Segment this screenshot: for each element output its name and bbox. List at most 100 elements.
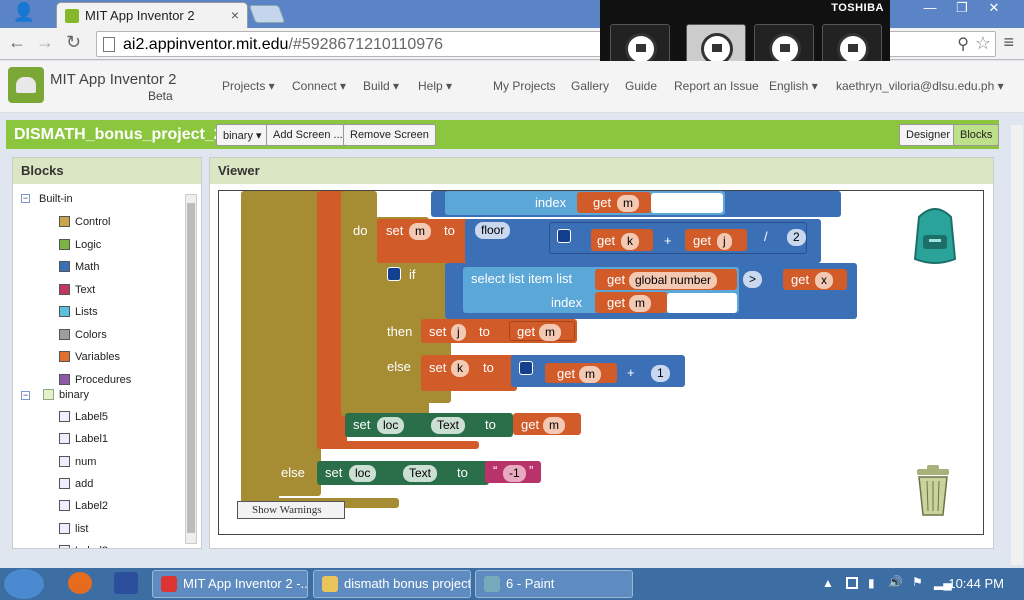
divide-block[interactable] [549,222,807,254]
var-field[interactable]: m [409,223,431,240]
taskbar-item-folder[interactable]: dismath bonus project [313,570,471,598]
var-field[interactable]: m [579,366,601,383]
restore-icon[interactable]: ❐ [946,0,978,16]
compare-operator-dropdown[interactable]: > [743,271,763,288]
builtin-item-label: Procedures [75,373,132,386]
mutator-gear-icon[interactable] [557,229,571,243]
text-field[interactable]: -1 [503,465,526,482]
var-field[interactable]: x [815,272,833,289]
nav-guide[interactable]: Guide [625,79,657,93]
collapse-icon[interactable]: − [21,194,30,203]
volume-icon[interactable]: 🔊 [888,575,903,589]
var-field[interactable]: m [539,324,561,341]
blocks-workspace[interactable]: index get m do set m to floor get k + ge… [218,190,984,535]
number-field[interactable]: 1 [651,365,670,382]
project-name: DISMATH_bonus_project_2 [14,126,223,143]
zoom-icon[interactable]: ⚲ [957,34,969,54]
blocks-button[interactable]: Blocks [953,124,1000,146]
new-tab-button[interactable] [248,5,286,23]
component-icon [59,433,70,445]
trash-icon[interactable] [913,463,953,517]
set-label: set [429,360,447,375]
var-field[interactable]: global number [629,272,718,289]
component-field[interactable]: loc [349,465,377,482]
visio-icon[interactable] [114,572,138,594]
nav-connect[interactable]: Connect ▾ [292,79,346,93]
page-scrollbar[interactable] [1011,125,1023,565]
builtin-label[interactable]: Built-in [39,193,73,205]
nav-report-issue[interactable]: Report an Issue [674,79,759,93]
blocks-panel-scrollbar[interactable] [185,194,197,544]
taskbar-item-paint[interactable]: 6 - Paint [475,570,633,598]
action-center-icon[interactable]: ⚑ [912,575,923,589]
remove-screen-button[interactable]: Remove Screen [343,124,436,146]
mutator-gear-icon[interactable] [519,361,533,375]
var-field[interactable]: k [451,360,469,377]
mutator-gear-icon[interactable] [387,267,401,281]
set-label: set [325,465,343,480]
nav-language[interactable]: English ▾ [769,79,818,93]
var-field[interactable]: m [629,295,651,312]
chrome-icon [161,576,177,592]
project-toolbar: DISMATH_bonus_project_2 binary ▾ Add Scr… [6,120,1000,149]
flag-icon[interactable] [846,577,858,589]
start-button-icon[interactable] [4,569,44,599]
show-hidden-icons-icon[interactable]: ▲ [822,576,834,590]
app-inventor-logo-icon[interactable] [8,67,44,103]
component-icon [59,500,70,512]
backpack-icon[interactable] [909,205,961,265]
taskbar-item-chrome[interactable]: MIT App Inventor 2 -... [152,570,308,598]
browser-tab[interactable]: MIT App Inventor 2 × [56,2,248,28]
component-icon [59,522,70,534]
get-label: get [517,324,536,339]
var-field[interactable]: j [451,324,466,341]
component-field[interactable]: loc [377,417,405,434]
var-field[interactable]: k [621,233,639,250]
get-label: get [607,272,626,287]
var-field[interactable]: j [717,233,732,250]
show-warnings-button[interactable]: Show Warnings [237,501,345,519]
property-field[interactable]: Text [431,417,466,434]
url-text: ai2.appinventor.mit.edu/#592867121011097… [123,36,443,54]
get-label: get [557,366,576,381]
battery-icon[interactable]: ▮ [868,576,875,590]
nav-help[interactable]: Help ▾ [418,79,452,93]
browser-menu-icon[interactable]: ≡ [1003,32,1014,53]
clock[interactable]: 10:44 PM [948,576,1004,591]
builtin-item-label: Lists [75,306,98,318]
get-label: get [693,233,712,248]
collapse-icon[interactable]: − [21,391,30,400]
get-m-block[interactable] [577,192,651,213]
nav-gallery[interactable]: Gallery [571,79,609,93]
component-label: Label1 [75,433,109,446]
var-field[interactable]: m [543,417,565,434]
empty-slot [667,293,737,313]
to-label: to [483,360,494,375]
number-field[interactable]: 2 [787,229,806,246]
close-window-icon[interactable]: ✕ [978,0,1010,16]
get-label: get [593,195,612,210]
builtin-item-label: Colors [75,328,107,341]
nav-my-projects[interactable]: My Projects [493,79,556,93]
scrollbar-thumb[interactable] [187,203,195,533]
minimize-icon[interactable]: — [914,0,946,15]
get-label: get [607,295,626,310]
floor-dropdown[interactable]: floor [475,222,511,239]
add-screen-button[interactable]: Add Screen ... [266,124,350,146]
var-field[interactable]: m [617,195,639,212]
screen-select[interactable]: binary ▾ [216,124,269,146]
bookmark-star-icon[interactable]: ☆ [975,33,991,54]
tab-close-icon[interactable]: × [231,7,239,23]
component-label: Label3 [75,545,108,548]
property-field[interactable]: Text [403,465,438,482]
designer-button[interactable]: Designer [899,124,958,146]
nav-projects[interactable]: Projects ▾ [222,79,275,93]
back-icon[interactable]: ← [8,32,26,53]
incognito-profile-icon[interactable]: 👤 [6,2,42,26]
reload-icon[interactable]: ↻ [66,32,81,53]
nav-build[interactable]: Build ▾ [363,79,399,93]
nav-account[interactable]: kaethryn_viloria@dlsu.edu.ph ▾ [836,79,1004,93]
control-block[interactable] [273,191,321,496]
forward-icon[interactable]: → [36,32,54,53]
firefox-icon[interactable] [68,572,92,594]
